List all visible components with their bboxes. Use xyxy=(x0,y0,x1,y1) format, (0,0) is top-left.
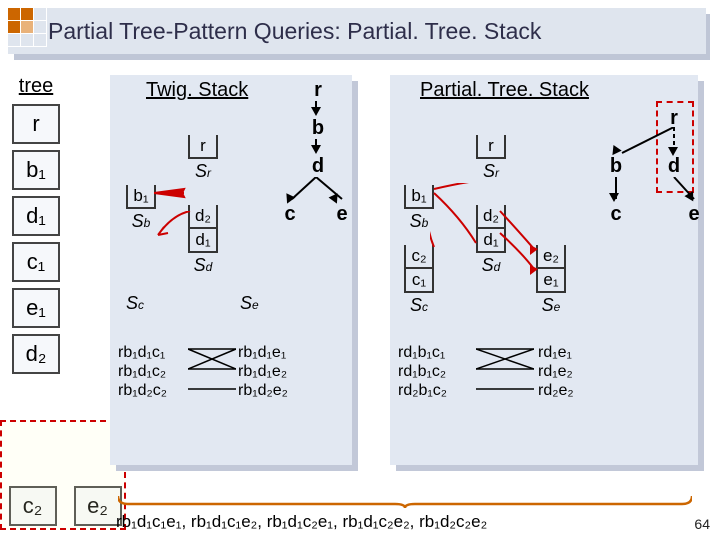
slide-title: Partial Tree-Pattern Queries: Partial. T… xyxy=(48,18,541,45)
node-r: r xyxy=(12,104,60,144)
stack-se-left: Se xyxy=(240,291,259,314)
merge-line: rd₁b₁c₂ xyxy=(398,362,447,381)
stack-sb-left: Sb b₁ xyxy=(126,185,156,232)
stack-cell: r xyxy=(476,135,506,159)
pointer-arrow-icon xyxy=(154,187,194,199)
stack-label-sr: Sr xyxy=(483,161,499,182)
stack-cell: d₁ xyxy=(476,229,506,253)
stack-cell: b₁ xyxy=(126,185,156,209)
stack-label-sd: Sd xyxy=(482,255,501,276)
merge-line: rb₁d₁e₂ xyxy=(238,362,288,381)
merge-left-col2: rb₁d₁e₁ rb₁d₁e₂ rb₁d₂e₂ xyxy=(238,343,288,400)
merge-line: rd₁b₁c₁ xyxy=(398,343,447,362)
stack-sb-right: Sb b₁ xyxy=(404,185,434,232)
page-number: 64 xyxy=(694,516,710,532)
merge-right-col1: rd₁b₁c₁ rd₁b₁c₂ rd₂b₁c₂ xyxy=(398,343,447,400)
qnode-b: b xyxy=(604,155,628,179)
merge-line: rb₁d₁c₁ xyxy=(118,343,167,362)
stack-cell: e₂ xyxy=(536,245,566,269)
stack-label-sb: Sb xyxy=(132,211,151,232)
slide: Partial Tree-Pattern Queries: Partial. T… xyxy=(0,0,720,540)
panel-partialtreestack: Partial. Tree. Stack Sr r Sb b₁ Sd d₁ d₂… xyxy=(390,75,698,465)
tree-column: tree r b₁ d₁ c₁ e₁ d₂ xyxy=(6,75,66,380)
qnode-c: c xyxy=(278,203,302,227)
stack-cell: e₁ xyxy=(536,269,566,293)
qnode-e: e xyxy=(682,203,706,227)
node-e1: e₁ xyxy=(12,288,60,328)
stack-label-sc: Sc xyxy=(126,293,144,314)
qnode-d: d xyxy=(662,155,686,179)
node-d2: d₂ xyxy=(12,334,60,374)
qnode-b: b xyxy=(306,117,330,141)
stack-label-sd: Sd xyxy=(194,255,213,276)
node-d1: d₁ xyxy=(12,196,60,236)
merge-right-col2: rd₁e₁ rd₁e₂ rd₂e₂ xyxy=(538,343,574,400)
logo-icon xyxy=(8,8,48,48)
qnode-e: e xyxy=(330,203,354,227)
node-c1: c₁ xyxy=(12,242,60,282)
merge-line: rd₂e₂ xyxy=(538,381,574,400)
stack-cell: d₂ xyxy=(476,205,506,229)
stack-cell: b₁ xyxy=(404,185,434,209)
stack-sr-left: Sr r xyxy=(188,135,218,182)
stack-sd-right: Sd d₁ d₂ xyxy=(476,205,506,276)
stack-label-se: Se xyxy=(542,295,561,316)
panel-title-right: Partial. Tree. Stack xyxy=(420,79,589,102)
query-tree-right: r b d c e xyxy=(600,107,700,257)
pointer-arrow-icon xyxy=(154,211,194,239)
stack-sc-right: Sc c₁ c₂ xyxy=(404,245,434,316)
merge-line: rd₂b₁c₂ xyxy=(398,381,447,400)
brace-icon xyxy=(118,494,692,508)
result-text: rb₁d₁c₁e₁, rb₁d₁c₁e₂, rb₁d₁c₂e₁, rb₁d₁c₂… xyxy=(116,512,660,532)
query-tree-left: r b d c e xyxy=(280,79,358,249)
qnode-d: d xyxy=(306,155,330,179)
bottom-nodes: c₂ e₂ xyxy=(0,486,130,526)
stack-cell: c₂ xyxy=(404,245,434,269)
merge-line: rb₁d₂e₂ xyxy=(238,381,288,400)
merge-left-col1: rb₁d₁c₁ rb₁d₁c₂ rb₁d₂c₂ xyxy=(118,343,167,400)
stack-label-sr: Sr xyxy=(195,161,211,182)
stack-label-sc: Sc xyxy=(410,295,428,316)
title-bar: Partial Tree-Pattern Queries: Partial. T… xyxy=(8,8,706,60)
tree-label: tree xyxy=(6,75,66,98)
stack-cell: c₁ xyxy=(404,269,434,293)
node-c2: c₂ xyxy=(9,486,57,526)
merge-line: rd₁e₁ xyxy=(538,343,574,362)
merge-line: rb₁d₁e₁ xyxy=(238,343,288,362)
merge-cross-icon xyxy=(476,343,534,399)
stack-label-se: Se xyxy=(240,293,259,314)
qnode-r: r xyxy=(306,79,330,103)
panel-twigstack: Twig. Stack Sr r Sb b₁ Sd d₁ d₂ Sc Se rb… xyxy=(110,75,352,465)
node-b1: b₁ xyxy=(12,150,60,190)
merge-line: rb₁d₂c₂ xyxy=(118,381,167,400)
stack-cell: r xyxy=(188,135,218,159)
stack-sr-right: Sr r xyxy=(476,135,506,182)
stack-se-right: Se e₁ e₂ xyxy=(536,245,566,316)
merge-cross-icon xyxy=(188,343,236,399)
merge-line: rd₁e₂ xyxy=(538,362,574,381)
panel-title-left: Twig. Stack xyxy=(146,79,248,102)
stack-sc-left: Sc xyxy=(126,291,144,314)
merge-line: rb₁d₁c₂ xyxy=(118,362,167,381)
node-e2: e₂ xyxy=(74,486,122,526)
stack-label-sb: Sb xyxy=(410,211,429,232)
qnode-c: c xyxy=(604,203,628,227)
